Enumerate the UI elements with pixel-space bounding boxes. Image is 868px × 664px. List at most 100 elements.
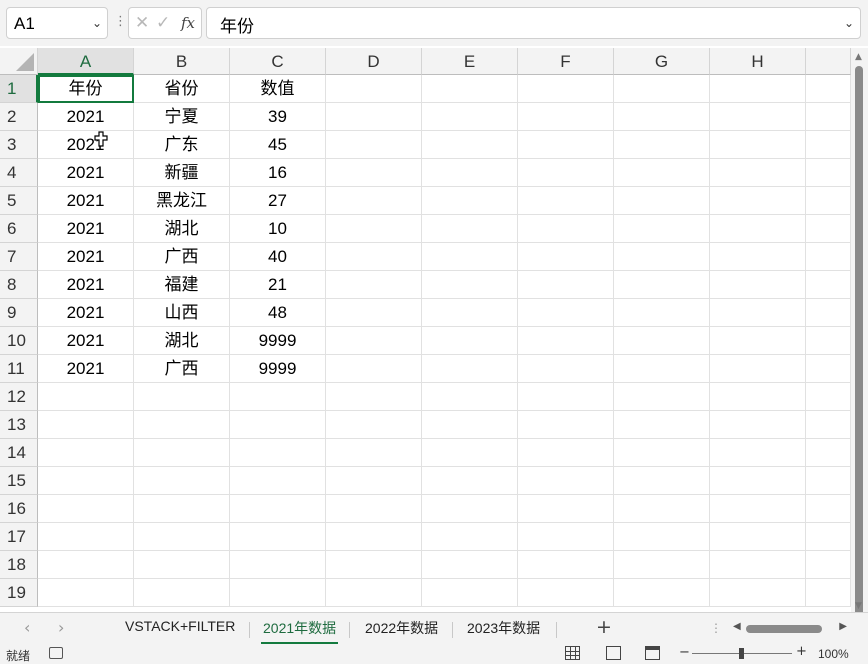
cell-a12[interactable] xyxy=(38,383,134,411)
row-header-9[interactable]: 9 xyxy=(0,299,38,327)
cell-h1[interactable] xyxy=(710,75,806,103)
cell-b5[interactable]: 黑龙江 xyxy=(134,187,230,215)
next-sheet-icon[interactable]: › xyxy=(58,618,64,637)
cell-g11[interactable] xyxy=(614,355,710,383)
cell-e14[interactable] xyxy=(422,439,518,467)
cell-g3[interactable] xyxy=(614,131,710,159)
cell-e18[interactable] xyxy=(422,551,518,579)
column-header-a[interactable]: A xyxy=(38,48,134,75)
zoom-out-icon[interactable]: − xyxy=(679,645,690,660)
chevron-down-icon[interactable]: ⌄ xyxy=(92,16,102,30)
cell-a19[interactable] xyxy=(38,579,134,607)
cell-b11[interactable]: 广西 xyxy=(134,355,230,383)
cell-i13[interactable] xyxy=(806,411,851,439)
cell-h3[interactable] xyxy=(710,131,806,159)
row-header-19[interactable]: 19 xyxy=(0,579,38,607)
cell-g2[interactable] xyxy=(614,103,710,131)
cell-i6[interactable] xyxy=(806,215,851,243)
cell-a8[interactable]: 2021 xyxy=(38,271,134,299)
row-header-6[interactable]: 6 xyxy=(0,215,38,243)
cell-g17[interactable] xyxy=(614,523,710,551)
tab-vstack-filter[interactable]: VSTACK+FILTER xyxy=(125,618,235,634)
cell-b14[interactable] xyxy=(134,439,230,467)
cell-f12[interactable] xyxy=(518,383,614,411)
cell-f4[interactable] xyxy=(518,159,614,187)
cell-f8[interactable] xyxy=(518,271,614,299)
cell-d16[interactable] xyxy=(326,495,422,523)
cell-a5[interactable]: 2021 xyxy=(38,187,134,215)
cell-a3[interactable]: 2021 xyxy=(38,131,134,159)
cell-c19[interactable] xyxy=(230,579,326,607)
cell-d9[interactable] xyxy=(326,299,422,327)
cell-e5[interactable] xyxy=(422,187,518,215)
cell-c14[interactable] xyxy=(230,439,326,467)
cell-d7[interactable] xyxy=(326,243,422,271)
cell-e1[interactable] xyxy=(422,75,518,103)
cell-h10[interactable] xyxy=(710,327,806,355)
cell-b8[interactable]: 福建 xyxy=(134,271,230,299)
normal-view-icon[interactable] xyxy=(565,646,580,660)
cell-e12[interactable] xyxy=(422,383,518,411)
cell-d13[interactable] xyxy=(326,411,422,439)
cell-d19[interactable] xyxy=(326,579,422,607)
column-header-c[interactable]: C xyxy=(230,48,326,75)
cell-i5[interactable] xyxy=(806,187,851,215)
cell-a17[interactable] xyxy=(38,523,134,551)
cell-f1[interactable] xyxy=(518,75,614,103)
cell-c18[interactable] xyxy=(230,551,326,579)
cell-i16[interactable] xyxy=(806,495,851,523)
row-header-14[interactable]: 14 xyxy=(0,439,38,467)
cell-e3[interactable] xyxy=(422,131,518,159)
chevron-down-icon[interactable]: ⌄ xyxy=(844,16,854,30)
name-box[interactable]: A1 ⌄ xyxy=(6,7,108,39)
cell-d6[interactable] xyxy=(326,215,422,243)
row-header-2[interactable]: 2 xyxy=(0,103,38,131)
cell-a2[interactable]: 2021 xyxy=(38,103,134,131)
cell-g14[interactable] xyxy=(614,439,710,467)
cell-a10[interactable]: 2021 xyxy=(38,327,134,355)
cell-d17[interactable] xyxy=(326,523,422,551)
tab-2021[interactable]: 2021年数据 xyxy=(260,618,339,644)
horizontal-scroll-thumb[interactable] xyxy=(746,625,822,633)
cell-c3[interactable]: 45 xyxy=(230,131,326,159)
cell-f9[interactable] xyxy=(518,299,614,327)
tab-2022[interactable]: 2022年数据 xyxy=(365,618,438,638)
cell-d8[interactable] xyxy=(326,271,422,299)
cell-i14[interactable] xyxy=(806,439,851,467)
scroll-up-icon[interactable]: ▲ xyxy=(855,52,862,62)
cell-h12[interactable] xyxy=(710,383,806,411)
cell-d15[interactable] xyxy=(326,467,422,495)
cell-g7[interactable] xyxy=(614,243,710,271)
cell-h5[interactable] xyxy=(710,187,806,215)
cell-h7[interactable] xyxy=(710,243,806,271)
vertical-scroll-thumb[interactable] xyxy=(855,66,863,618)
cell-f13[interactable] xyxy=(518,411,614,439)
cell-a15[interactable] xyxy=(38,467,134,495)
cell-d3[interactable] xyxy=(326,131,422,159)
cell-h9[interactable] xyxy=(710,299,806,327)
cell-b6[interactable]: 湖北 xyxy=(134,215,230,243)
cell-c16[interactable] xyxy=(230,495,326,523)
cell-f3[interactable] xyxy=(518,131,614,159)
cell-i17[interactable] xyxy=(806,523,851,551)
cell-e19[interactable] xyxy=(422,579,518,607)
cell-i12[interactable] xyxy=(806,383,851,411)
cell-f17[interactable] xyxy=(518,523,614,551)
cell-f5[interactable] xyxy=(518,187,614,215)
more-options-icon[interactable]: ⋮ xyxy=(710,621,722,635)
row-header-10[interactable]: 10 xyxy=(0,327,38,355)
cell-g12[interactable] xyxy=(614,383,710,411)
cell-b12[interactable] xyxy=(134,383,230,411)
insert-function-icon[interactable]: fx xyxy=(181,14,195,32)
cell-i3[interactable] xyxy=(806,131,851,159)
cell-a7[interactable]: 2021 xyxy=(38,243,134,271)
cell-a13[interactable] xyxy=(38,411,134,439)
cell-f11[interactable] xyxy=(518,355,614,383)
cell-i7[interactable] xyxy=(806,243,851,271)
cell-i11[interactable] xyxy=(806,355,851,383)
cell-e2[interactable] xyxy=(422,103,518,131)
row-header-1[interactable]: 1 xyxy=(0,75,38,103)
cell-g15[interactable] xyxy=(614,467,710,495)
cell-f2[interactable] xyxy=(518,103,614,131)
cell-a1[interactable]: 年份 xyxy=(38,75,134,103)
